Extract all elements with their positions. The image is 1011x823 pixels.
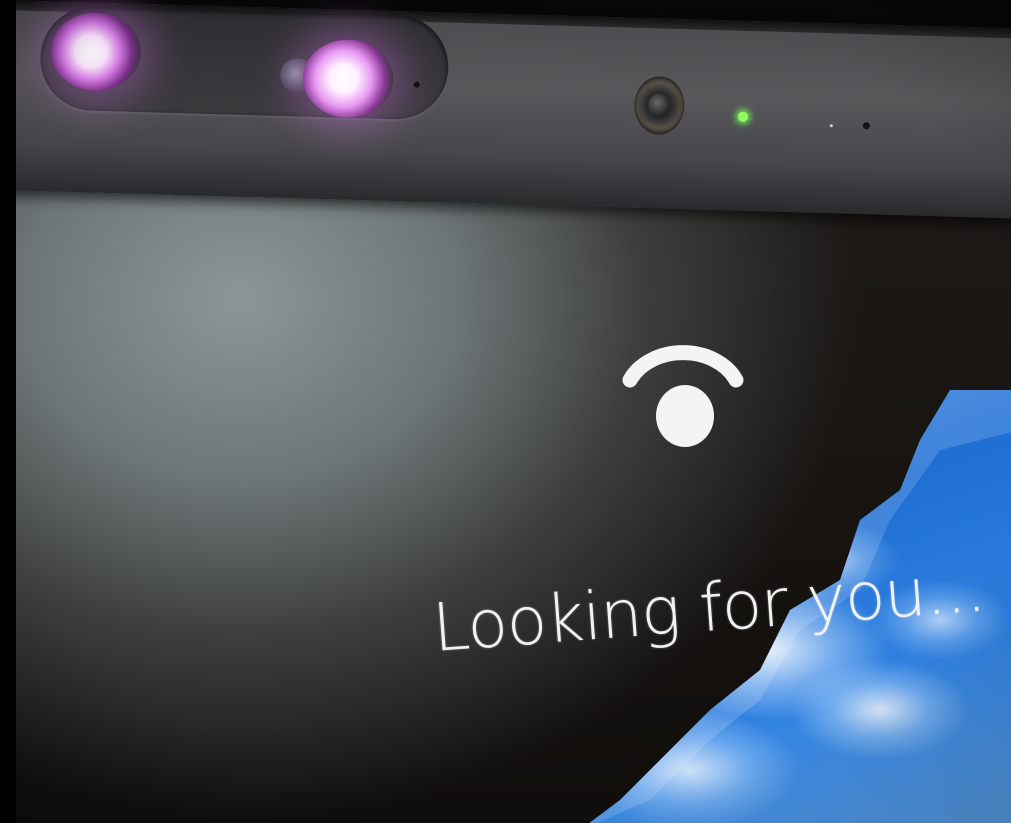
face-recognition-icon xyxy=(622,345,744,447)
recognition-dot xyxy=(656,385,714,447)
top-bezel xyxy=(0,0,1011,219)
light-sensor xyxy=(862,122,870,130)
webcam-icon xyxy=(633,75,686,136)
lock-screen xyxy=(0,150,1011,823)
webcam-lens xyxy=(647,93,671,118)
recognition-arc xyxy=(622,345,744,388)
microphone-hole xyxy=(829,124,833,128)
laptop-photo: Looking for you... xyxy=(0,0,1011,823)
camera-indicator-led xyxy=(737,111,749,122)
frame-left-edge xyxy=(0,0,16,823)
